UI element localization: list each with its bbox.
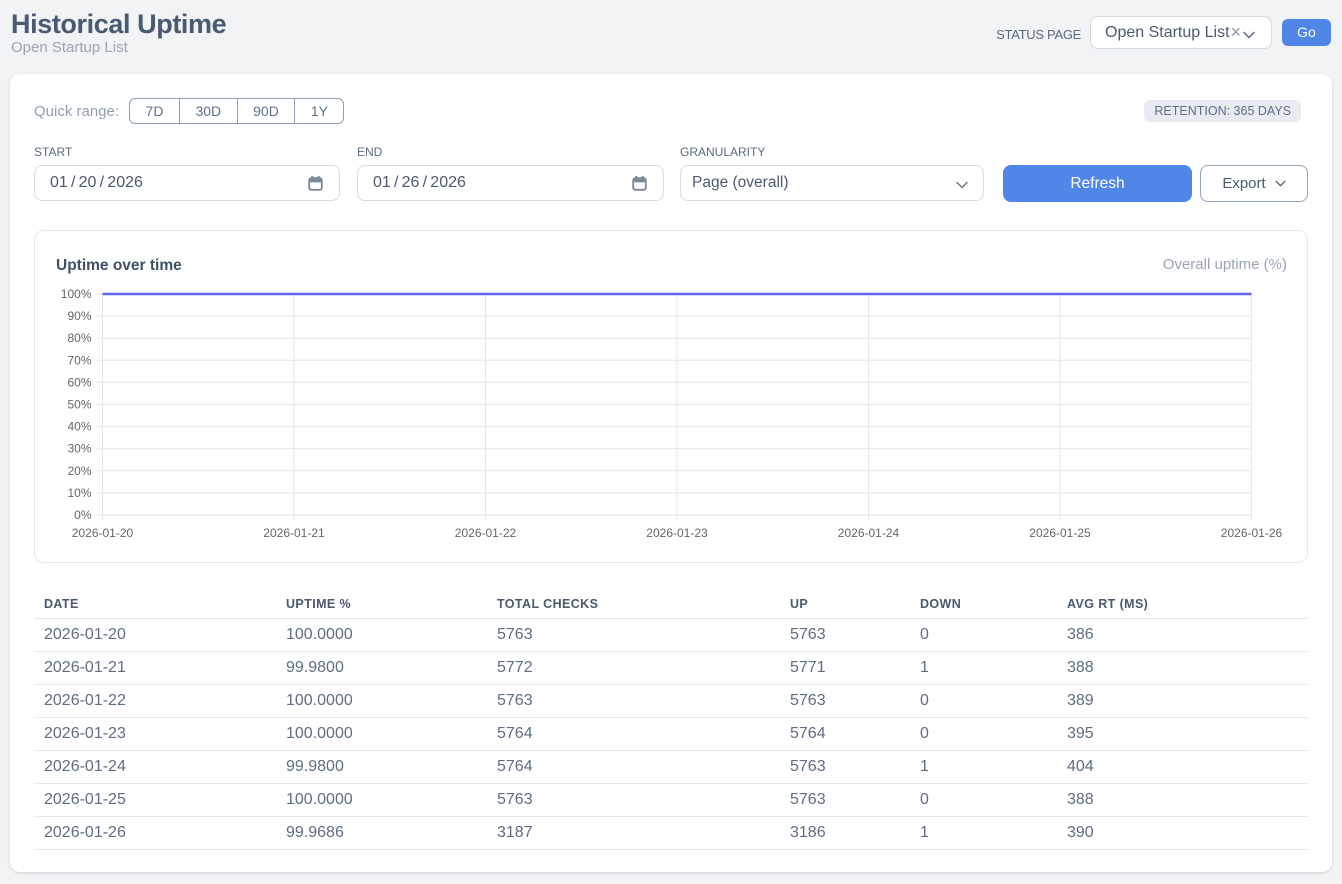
svg-text:2026-01-22: 2026-01-22 [455, 526, 517, 540]
svg-text:0%: 0% [74, 508, 92, 522]
svg-text:80%: 80% [67, 331, 91, 345]
svg-text:2026-01-26: 2026-01-26 [1221, 526, 1283, 540]
svg-text:2026-01-23: 2026-01-23 [646, 526, 708, 540]
svg-text:40%: 40% [67, 420, 91, 434]
svg-text:100%: 100% [61, 287, 92, 301]
svg-text:60%: 60% [67, 375, 91, 389]
svg-text:2026-01-25: 2026-01-25 [1029, 526, 1091, 540]
svg-text:90%: 90% [67, 309, 91, 323]
svg-text:2026-01-24: 2026-01-24 [838, 526, 900, 540]
svg-text:30%: 30% [67, 442, 91, 456]
svg-text:50%: 50% [67, 398, 91, 412]
svg-text:2026-01-21: 2026-01-21 [263, 526, 325, 540]
svg-text:20%: 20% [67, 464, 91, 478]
svg-text:10%: 10% [67, 486, 91, 500]
svg-text:2026-01-20: 2026-01-20 [72, 526, 134, 540]
svg-text:70%: 70% [67, 353, 91, 367]
